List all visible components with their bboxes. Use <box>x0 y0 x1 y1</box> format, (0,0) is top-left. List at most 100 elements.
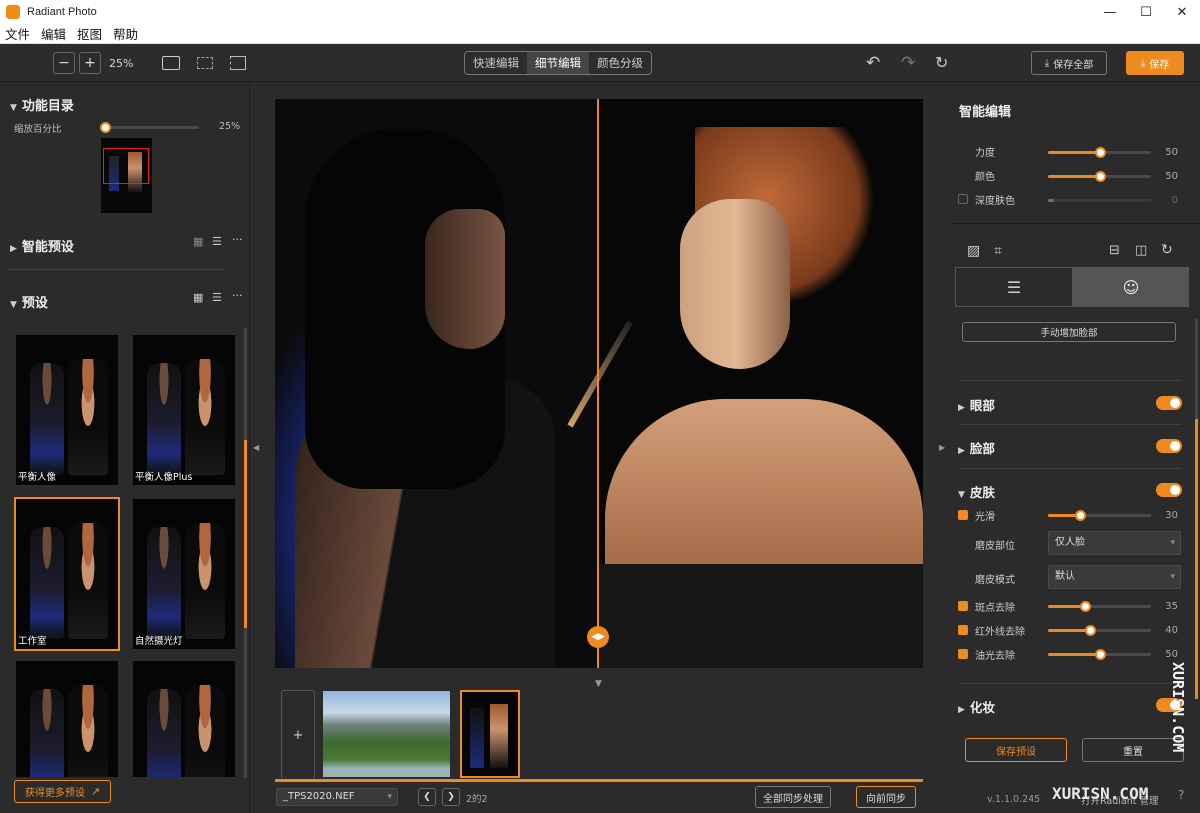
smooth-area-label: 磨皮部位 <box>975 541 1015 552</box>
more-icon[interactable]: ··· <box>232 233 243 246</box>
zoom-in-button[interactable]: + <box>79 52 101 74</box>
flip-horizontal-icon[interactable]: ◫ <box>1135 243 1147 258</box>
color-slider[interactable] <box>1048 171 1151 182</box>
crop-icon[interactable]: ⌗ <box>994 243 1002 259</box>
preset-card[interactable]: 平衡人像 <box>16 335 118 485</box>
eyes-toggle[interactable] <box>1156 396 1182 410</box>
maximize-button[interactable]: ☐ <box>1128 0 1164 24</box>
menu-help[interactable]: 帮助 <box>113 24 138 43</box>
preset-card-selected[interactable]: 工作室 <box>14 497 120 651</box>
deep-skin-slider[interactable] <box>1048 199 1151 202</box>
scale-slider[interactable] <box>100 122 199 133</box>
image-icon[interactable]: ▨ <box>967 243 980 259</box>
navigator-header[interactable]: ▼ 功能目录 <box>10 95 74 114</box>
shine-value: 50 <box>1165 649 1178 660</box>
slider-knob[interactable] <box>1095 649 1106 660</box>
save-preset-button[interactable]: 保存预设 <box>965 738 1067 762</box>
close-button[interactable]: ✕ <box>1164 0 1200 24</box>
sync-forward-button[interactable]: 向前同步 <box>856 786 916 808</box>
shine-label: 油光去除 <box>975 651 1015 662</box>
adjustments-tab[interactable]: ☰ <box>955 267 1073 307</box>
scrollbar-thumb[interactable] <box>244 440 247 628</box>
sync-all-button[interactable]: 全部同步处理 <box>755 786 831 808</box>
save-button[interactable]: ⤓ 保存 <box>1126 51 1184 75</box>
slider-knob[interactable] <box>1080 601 1091 612</box>
add-face-button[interactable]: 手动增加脸部 <box>962 322 1176 342</box>
tab-color-grading[interactable]: 颜色分级 <box>589 52 651 74</box>
menu-edit[interactable]: 编辑 <box>41 24 66 43</box>
shine-checkbox[interactable] <box>958 649 968 659</box>
flip-vertical-icon[interactable]: ⊟ <box>1109 243 1120 258</box>
menu-cutout[interactable]: 抠图 <box>77 24 102 43</box>
zoom-out-button[interactable]: − <box>53 52 75 74</box>
scrollbar-thumb[interactable] <box>1195 419 1198 699</box>
smooth-slider[interactable] <box>1048 510 1151 521</box>
grid-view-icon[interactable]: ▦ <box>193 291 203 304</box>
preset-card[interactable] <box>133 661 235 777</box>
eyes-section[interactable]: ▶ 眼部 <box>958 395 995 414</box>
grid-view-icon[interactable]: ▦ <box>193 235 203 248</box>
face-section[interactable]: ▶ 脸部 <box>958 438 995 457</box>
slider-knob[interactable] <box>1075 510 1086 521</box>
smart-presets-header[interactable]: ▶ 智能预设 <box>10 236 74 255</box>
viewport-box[interactable] <box>103 148 149 184</box>
more-presets-button[interactable]: 获得更多预设 ↗ <box>14 780 111 803</box>
split-handle-icon[interactable]: ◀▶ <box>587 626 609 648</box>
spot-slider[interactable] <box>1048 601 1151 612</box>
navigator-thumbnail[interactable] <box>101 138 152 213</box>
preset-scrollbar[interactable] <box>244 328 247 778</box>
single-view-icon[interactable] <box>162 56 180 70</box>
slider-knob[interactable] <box>1085 625 1096 636</box>
collapse-left-icon[interactable]: ◀ <box>253 443 259 452</box>
menu-file[interactable]: 文件 <box>5 24 30 43</box>
preset-card[interactable] <box>16 661 118 777</box>
skin-section[interactable]: ▼ 皮肤 <box>958 482 995 501</box>
slider-knob[interactable] <box>1095 171 1106 182</box>
filmstrip-scrollbar[interactable] <box>275 779 923 782</box>
strength-slider[interactable] <box>1048 147 1151 158</box>
photo-preview[interactable]: ◀▶ <box>275 99 923 668</box>
face-toggle[interactable] <box>1156 439 1182 453</box>
smooth-area-select[interactable]: 仅人脸 <box>1048 531 1181 555</box>
redo-icon[interactable]: ↷ <box>901 53 915 73</box>
rotate-icon[interactable]: ↻ <box>1161 242 1173 258</box>
strength-value: 50 <box>1165 147 1178 158</box>
list-view-icon[interactable]: ☰ <box>212 235 222 248</box>
smooth-checkbox[interactable] <box>958 510 968 520</box>
face-tab[interactable]: ☺ <box>1073 267 1189 307</box>
right-scrollbar[interactable] <box>1195 319 1198 699</box>
filmstrip-thumbnail[interactable] <box>323 691 450 777</box>
help-icon[interactable]: ? <box>1178 788 1184 802</box>
infrared-slider[interactable] <box>1048 625 1151 636</box>
tab-quick-edit[interactable]: 快速编辑 <box>465 52 527 74</box>
preset-card[interactable]: 自然摄光灯 <box>133 499 235 649</box>
reset-icon[interactable]: ↻ <box>935 53 948 72</box>
more-icon[interactable]: ··· <box>232 289 243 302</box>
split-view-icon[interactable] <box>197 57 213 69</box>
makeup-section[interactable]: ▶ 化妆 <box>958 697 995 716</box>
spot-checkbox[interactable] <box>958 601 968 611</box>
list-view-icon[interactable]: ☰ <box>212 291 222 304</box>
file-select[interactable]: _TPS2020.NEF <box>276 788 398 806</box>
prev-image-button[interactable]: ❮ <box>418 788 436 806</box>
compare-split-line[interactable] <box>597 99 599 668</box>
divider <box>959 424 1181 425</box>
undo-icon[interactable]: ↶ <box>866 53 880 73</box>
presets-header[interactable]: ▼ 预设 <box>10 292 48 311</box>
add-image-button[interactable]: + <box>281 690 315 780</box>
collapse-right-icon[interactable]: ▶ <box>939 443 945 452</box>
save-all-button[interactable]: ⤓ 保存全部 <box>1031 51 1107 75</box>
infrared-checkbox[interactable] <box>958 625 968 635</box>
shine-slider[interactable] <box>1048 649 1151 660</box>
skin-toggle[interactable] <box>1156 483 1182 497</box>
minimize-button[interactable]: — <box>1092 0 1128 24</box>
deep-skin-checkbox[interactable] <box>958 194 968 204</box>
smooth-mode-select[interactable]: 默认 <box>1048 565 1181 589</box>
filmstrip-thumbnail-selected[interactable] <box>460 690 520 778</box>
scale-slider-knob[interactable] <box>100 122 111 133</box>
preset-card[interactable]: 平衡人像Plus <box>133 335 235 485</box>
slider-knob[interactable] <box>1095 147 1106 158</box>
next-image-button[interactable]: ❯ <box>442 788 460 806</box>
tab-detail-edit[interactable]: 细节编辑 <box>527 52 589 74</box>
compare-view-icon[interactable] <box>230 56 246 70</box>
